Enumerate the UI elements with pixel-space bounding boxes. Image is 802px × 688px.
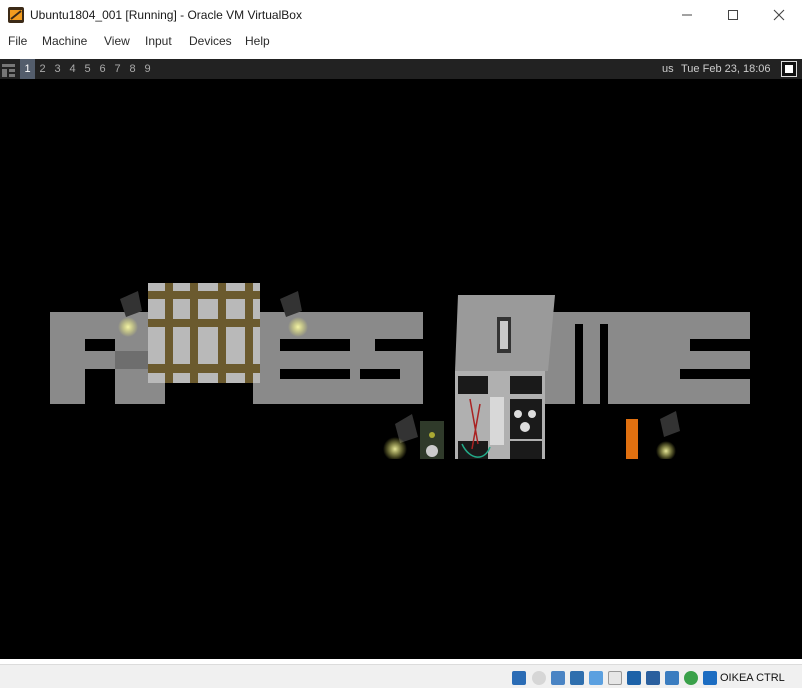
- menu-view[interactable]: View: [104, 34, 130, 48]
- menu-machine[interactable]: Machine: [42, 34, 87, 48]
- maximize-icon: [728, 10, 738, 20]
- keyboard-capture-icon[interactable]: [703, 671, 717, 685]
- maximize-button[interactable]: [710, 0, 756, 30]
- keyboard-layout-indicator[interactable]: us: [662, 63, 674, 75]
- shared-folders-icon[interactable]: [608, 671, 622, 685]
- menu-file[interactable]: File: [8, 34, 27, 48]
- audio-icon[interactable]: [551, 671, 565, 685]
- tile-layout-icon[interactable]: [2, 64, 15, 77]
- usb-icon[interactable]: [589, 671, 603, 685]
- clock: Tue Feb 23, 18:06: [681, 63, 771, 75]
- tag-6[interactable]: 6: [95, 59, 110, 79]
- window-titlebar: Ubuntu1804_001 [Running] - Oracle VM Vir…: [0, 0, 802, 30]
- tag-1[interactable]: 1: [20, 59, 35, 79]
- virtualbox-icon: [8, 7, 24, 23]
- vm-display[interactable]: 1 2 3 4 5 6 7 8 9 us Tue Feb 23, 18:06: [0, 59, 802, 659]
- layout-box-icon[interactable]: [781, 61, 797, 77]
- tag-8[interactable]: 8: [125, 59, 140, 79]
- minimize-icon: [682, 14, 692, 16]
- tag-7[interactable]: 7: [110, 59, 125, 79]
- tag-4[interactable]: 4: [65, 59, 80, 79]
- network-icon[interactable]: [570, 671, 584, 685]
- tag-5[interactable]: 5: [80, 59, 95, 79]
- optical-drive-icon[interactable]: [532, 671, 546, 685]
- host-key-label: OIKEA CTRL: [720, 672, 785, 684]
- minimize-button[interactable]: [664, 0, 710, 30]
- awesome-wibar: 1 2 3 4 5 6 7 8 9 us Tue Feb 23, 18:06: [0, 59, 802, 79]
- awesome-wallpaper: [50, 283, 750, 459]
- window-title: Ubuntu1804_001 [Running] - Oracle VM Vir…: [30, 8, 302, 22]
- tag-3[interactable]: 3: [50, 59, 65, 79]
- hard-disk-icon[interactable]: [512, 671, 526, 685]
- tag-2[interactable]: 2: [35, 59, 50, 79]
- tag-9[interactable]: 9: [140, 59, 155, 79]
- virtualization-icon[interactable]: [665, 671, 679, 685]
- display-icon[interactable]: [627, 671, 641, 685]
- close-icon: [773, 9, 785, 21]
- menu-help[interactable]: Help: [245, 34, 270, 48]
- menu-input[interactable]: Input: [145, 34, 172, 48]
- mouse-integration-icon[interactable]: [684, 671, 698, 685]
- menu-bar: File Machine View Input Devices Help: [0, 30, 802, 52]
- video-capture-icon[interactable]: [646, 671, 660, 685]
- close-button[interactable]: [756, 0, 802, 30]
- status-bar: OIKEA CTRL: [0, 664, 802, 688]
- menu-devices[interactable]: Devices: [189, 34, 232, 48]
